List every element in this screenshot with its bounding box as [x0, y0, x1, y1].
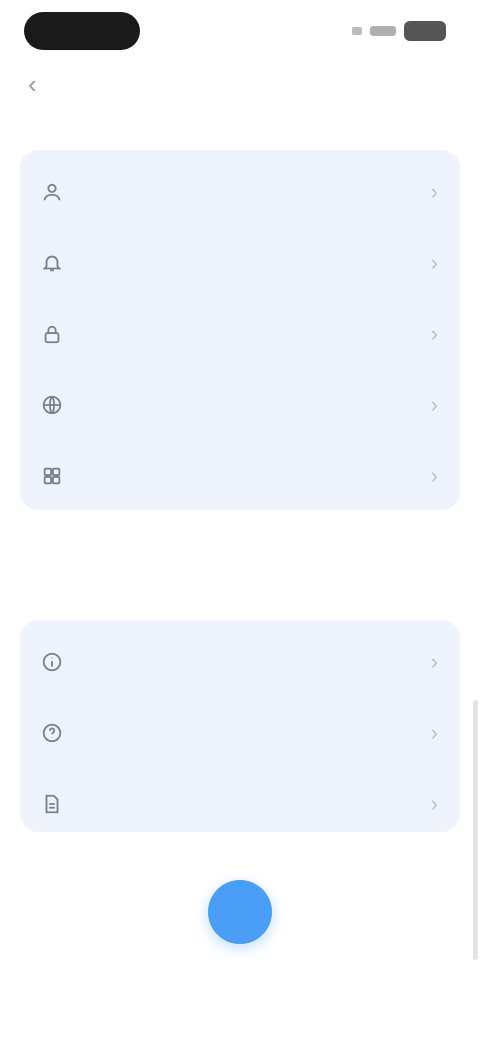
- chevron-right-icon: ›: [430, 462, 438, 488]
- wifi-icon: [370, 26, 396, 36]
- chevron-right-icon: ›: [430, 178, 438, 204]
- scrollbar[interactable]: [473, 700, 478, 960]
- lock-icon: [40, 322, 64, 346]
- status-bar: [0, 0, 480, 64]
- help-icon: [40, 721, 64, 745]
- status-icons: [352, 20, 446, 42]
- chevron-right-icon: ›: [430, 719, 438, 745]
- settings-row-3[interactable]: ›: [20, 298, 460, 369]
- nav-bar: ‹: [0, 64, 480, 104]
- settings-row-2[interactable]: ›: [20, 227, 460, 298]
- settings-row-7[interactable]: ›: [20, 697, 460, 768]
- settings-group-2: › › ›: [20, 620, 460, 832]
- chevron-right-icon: ›: [430, 320, 438, 346]
- settings-row-8[interactable]: ›: [20, 768, 460, 839]
- signal-icon: [352, 27, 362, 35]
- battery-icon: [404, 21, 446, 41]
- person-icon: [40, 180, 64, 204]
- primary-action-button[interactable]: [208, 880, 272, 944]
- chevron-right-icon: ›: [430, 790, 438, 816]
- bell-icon: [40, 251, 64, 275]
- document-icon: [40, 792, 64, 816]
- status-time-pill: [24, 12, 140, 50]
- info-icon: [40, 650, 64, 674]
- settings-row-4[interactable]: ›: [20, 369, 460, 440]
- back-button[interactable]: ‹: [28, 70, 53, 98]
- settings-row-5[interactable]: ›: [20, 440, 460, 511]
- settings-row-1[interactable]: ›: [20, 156, 460, 227]
- globe-icon: [40, 393, 64, 417]
- chevron-left-icon: ‹: [28, 69, 37, 99]
- chevron-right-icon: ›: [430, 249, 438, 275]
- settings-group-1: › › › › ›: [20, 150, 460, 510]
- settings-row-6[interactable]: ›: [20, 626, 460, 697]
- chevron-right-icon: ›: [430, 648, 438, 674]
- grid-icon: [40, 464, 64, 488]
- chevron-right-icon: ›: [430, 391, 438, 417]
